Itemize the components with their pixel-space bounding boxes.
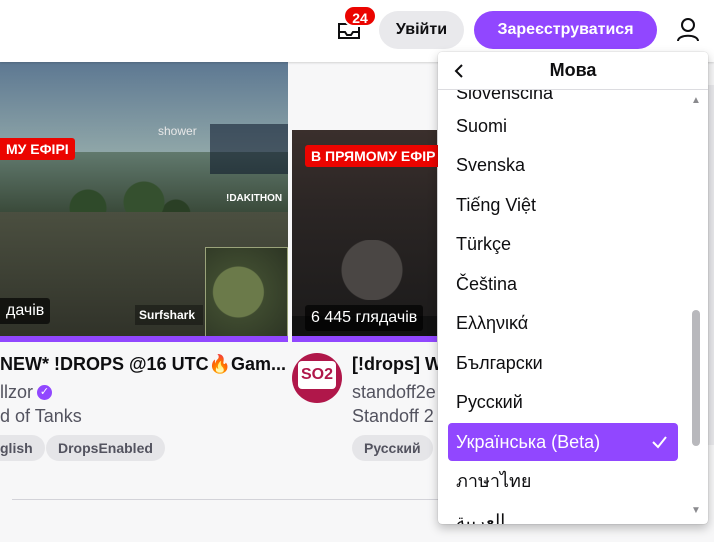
viewer-count: дачів	[0, 298, 51, 324]
live-badge: В ПРЯМОМУ ЕФІР	[305, 145, 442, 167]
verified-icon: ✓	[37, 385, 52, 400]
language-option[interactable]: Čeština	[448, 265, 678, 303]
language-option[interactable]: Suomi	[448, 107, 678, 145]
channel-name[interactable]: standoff2e	[352, 382, 436, 403]
page: shower !DAKITHON Surfshark МУ ЕФІРІ дачі…	[0, 0, 714, 542]
language-option[interactable]: ภาษาไทย	[448, 462, 678, 500]
thumb-scene	[332, 240, 412, 300]
thumb-hud-panel	[210, 124, 288, 174]
stream-title[interactable]: NEW* !DROPS @16 UTC🔥Gam...	[0, 354, 286, 375]
game-name[interactable]: Standoff 2	[352, 406, 434, 427]
chevron-left-icon	[454, 64, 463, 78]
tag[interactable]: glish	[0, 435, 45, 461]
inbox-count-badge: 24	[343, 5, 377, 27]
scrollbar[interactable]: ▲ ▼	[691, 96, 701, 518]
language-option[interactable]: Svenska	[448, 146, 678, 184]
tag[interactable]: Русский	[352, 435, 433, 461]
language-menu-header: Мова	[438, 52, 708, 90]
language-option[interactable]: Türkçe	[448, 225, 678, 263]
language-option[interactable]: Русский	[448, 383, 678, 421]
scroll-up-arrow-icon[interactable]: ▲	[691, 96, 701, 106]
user-icon	[677, 18, 699, 42]
language-option[interactable]: Tiếng Việt	[448, 186, 678, 224]
scrollbar-thumb[interactable]	[692, 310, 700, 446]
live-badge: МУ ЕФІРІ	[0, 138, 75, 160]
thumb-overlay-text: shower	[158, 124, 197, 138]
channel-name[interactable]: llzor	[0, 382, 33, 403]
avatar-text: SO2	[298, 361, 336, 389]
signup-button[interactable]: Зареєструватися	[474, 11, 657, 49]
login-button[interactable]: Увійти	[379, 11, 464, 49]
avatar[interactable]: SO2	[292, 353, 342, 403]
user-menu-button[interactable]	[672, 14, 704, 46]
back-button[interactable]	[448, 60, 470, 82]
language-option[interactable]: Български	[448, 344, 678, 382]
language-option-selected[interactable]: Українська (Beta)	[448, 423, 678, 461]
language-option[interactable]: العربية	[448, 502, 678, 524]
divider	[12, 499, 442, 500]
language-menu-title: Мова	[549, 60, 597, 80]
scroll-down-arrow-icon[interactable]: ▼	[691, 506, 701, 516]
language-menu: Мова Slovenščina Suomi Svenska Tiếng Việt Tü…	[438, 52, 708, 524]
tag[interactable]: DropsEnabled	[46, 435, 165, 461]
language-list: Slovenščina Suomi Svenska Tiếng Việt Türkçe Č…	[438, 90, 708, 524]
stream-title[interactable]: [!drops] W	[352, 354, 442, 375]
game-name[interactable]: d of Tanks	[0, 406, 82, 427]
thumb-hud-text: !DAKITHON	[226, 193, 283, 204]
language-option-label: Українська (Beta)	[456, 432, 601, 452]
thumb-sponsor-text: Surfshark	[135, 305, 203, 325]
viewer-count: 6 445 глядачів	[305, 305, 424, 331]
language-option[interactable]: Ελληνικά	[448, 304, 678, 342]
thumb-minimap	[205, 247, 288, 336]
